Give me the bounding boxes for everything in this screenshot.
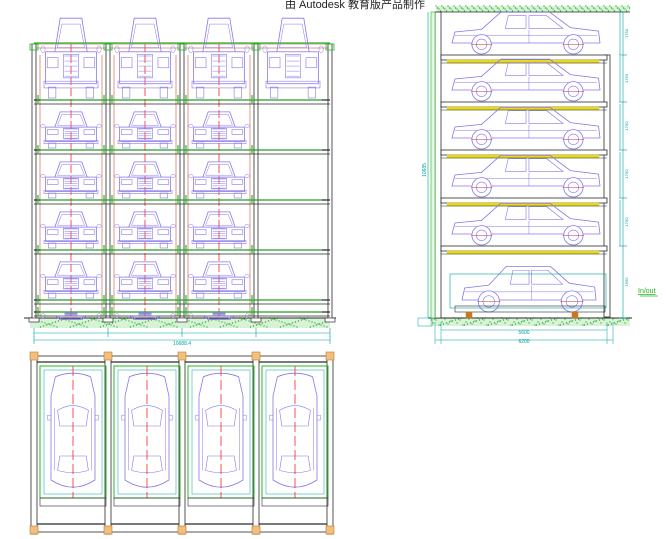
plan-column-0 (30, 353, 38, 535)
front-footplate-4 (324, 317, 336, 323)
side-post-left (434, 11, 442, 319)
plan-corner-top-2 (177, 351, 187, 361)
side-level-height-label-2: 1750 (624, 121, 629, 131)
side-pallet-3 (440, 197, 608, 204)
plan-corner-top-1 (103, 351, 113, 361)
front-footplate-2 (176, 317, 188, 323)
side-ground-pallet (454, 305, 606, 313)
front-total-width-dim: 10688.4 (173, 341, 191, 347)
front-column-0 (31, 43, 37, 321)
front-elevation-view (24, 17, 336, 344)
side-pallet-yellow-4 (446, 250, 600, 255)
front-column-2 (179, 43, 185, 321)
in-out-label: In/out (638, 288, 656, 295)
side-pallet-1 (440, 101, 608, 108)
side-level-height-label-3: 1750 (624, 169, 629, 179)
side-post-left-hatch (430, 11, 436, 319)
front-column-3 (253, 43, 259, 321)
side-car-L3 (451, 154, 601, 198)
front-column-4 (327, 43, 333, 321)
side-depth-inner-dim: 5600 (518, 330, 529, 336)
side-post-right (603, 54, 611, 318)
parking-drawing: 1750 1750 1750 1750 1750 1650 10688.4 5600 62… (24, 5, 658, 535)
side-level-height-label-5: 1650 (624, 277, 629, 287)
plan-corner-top-0 (29, 351, 39, 361)
front-column-1 (105, 43, 111, 321)
side-level-height-label-1: 1750 (624, 73, 629, 83)
plan-corner-bottom-4 (325, 525, 335, 535)
side-total-height-dim: 10685 (422, 163, 428, 177)
front-footplate-1 (102, 317, 114, 323)
plan-corner-bottom-3 (251, 525, 261, 535)
plan-corner-bottom-2 (177, 525, 187, 535)
front-footplate-0 (28, 317, 40, 323)
side-car-L1 (451, 58, 601, 102)
side-top-hatch (435, 5, 631, 12)
front-car-L0-B3 (262, 17, 324, 99)
plan-corner-bottom-0 (29, 525, 39, 535)
side-level-height-label-4: 1750 (624, 217, 629, 227)
side-car-L4 (451, 202, 601, 246)
side-car-L0 (451, 11, 601, 55)
side-car-ground (461, 266, 597, 313)
side-pallet-4 (440, 245, 608, 252)
side-pallet-2 (440, 149, 608, 156)
side-level-height-label-0: 1750 (624, 28, 629, 38)
side-car-L2 (451, 106, 601, 150)
plan-view (29, 351, 335, 535)
plan-corner-top-3 (251, 351, 261, 361)
plan-corner-bottom-1 (103, 525, 113, 535)
side-elevation-view: 1750 1750 1750 1750 1750 1650 (417, 5, 658, 344)
plan-corner-top-4 (325, 351, 335, 361)
side-depth-total-dim: 6200 (518, 339, 529, 345)
front-footplate-3 (250, 317, 262, 323)
